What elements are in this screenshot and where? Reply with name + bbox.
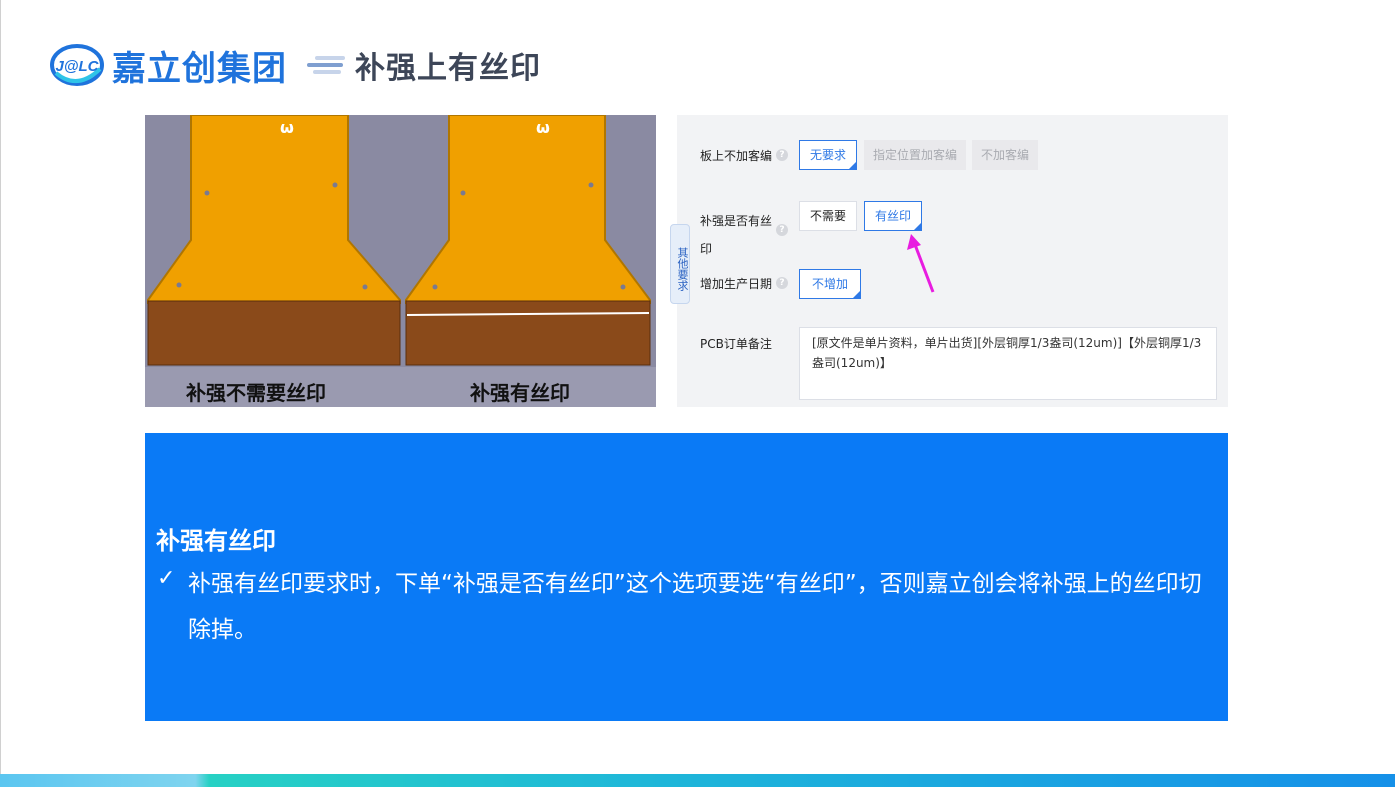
label-customer-code: 板上不加客编 bbox=[700, 149, 773, 163]
pointer-arrow-icon bbox=[907, 234, 935, 293]
fpc-illustration: ω ω bbox=[145, 115, 656, 407]
option-no-customer-code[interactable]: 不加客编 bbox=[972, 140, 1038, 170]
fpc-stiffener-photo: ω ω bbox=[145, 115, 656, 407]
label-production-date: 增加生产日期 bbox=[700, 277, 773, 291]
label-stiffener-silkscreen: 补强是否有丝印 bbox=[700, 214, 773, 256]
label-with-silkscreen: 补强有丝印 bbox=[470, 381, 570, 405]
option-not-needed[interactable]: 不需要 bbox=[799, 201, 857, 231]
option-has-silkscreen[interactable]: 有丝印 bbox=[864, 201, 922, 231]
title-decoration-icon bbox=[307, 54, 347, 76]
help-icon[interactable]: ? bbox=[776, 149, 788, 161]
info-text: 补强有丝印要求时，下单“补强是否有丝印”这个选项要选“有丝印”，否则嘉立创会将补… bbox=[188, 571, 1202, 643]
info-title: 补强有丝印 bbox=[156, 527, 276, 555]
option-specified-position[interactable]: 指定位置加客编 bbox=[864, 140, 966, 170]
order-remark-textarea[interactable]: [原文件是单片资料，单片出货][外层铜厚1/3盎司(12um)]【外层铜厚1/3… bbox=[799, 327, 1217, 400]
slide-title: 补强上有丝印 bbox=[355, 51, 541, 86]
info-box: 补强有丝印 ✓ 补强有丝印要求时，下单“补强是否有丝印”这个选项要选“有丝印”，… bbox=[145, 433, 1228, 721]
other-requirements-tab[interactable]: 其他要求 bbox=[670, 224, 690, 304]
logo-mark-text: J@LC bbox=[56, 58, 100, 75]
jlc-logo-icon: J@LC bbox=[50, 43, 104, 87]
checkmark-icon: ✓ bbox=[157, 566, 176, 591]
logo-name: 嘉立创集团 bbox=[112, 48, 287, 89]
help-icon[interactable]: ? bbox=[776, 224, 788, 236]
option-no-date[interactable]: 不增加 bbox=[799, 269, 861, 299]
label-no-silkscreen: 补强不需要丝印 bbox=[186, 381, 326, 405]
bottom-gradient-bar bbox=[0, 774, 1395, 787]
svg-text:ω: ω bbox=[280, 118, 294, 137]
option-no-requirement[interactable]: 无要求 bbox=[799, 140, 857, 170]
brand-header: J@LC 嘉立创集团 补强上有丝印 bbox=[50, 40, 541, 90]
svg-text:ω: ω bbox=[536, 118, 550, 137]
help-icon[interactable]: ? bbox=[776, 277, 788, 289]
page-left-border bbox=[0, 0, 1, 787]
label-order-remark: PCB订单备注 bbox=[700, 337, 772, 351]
